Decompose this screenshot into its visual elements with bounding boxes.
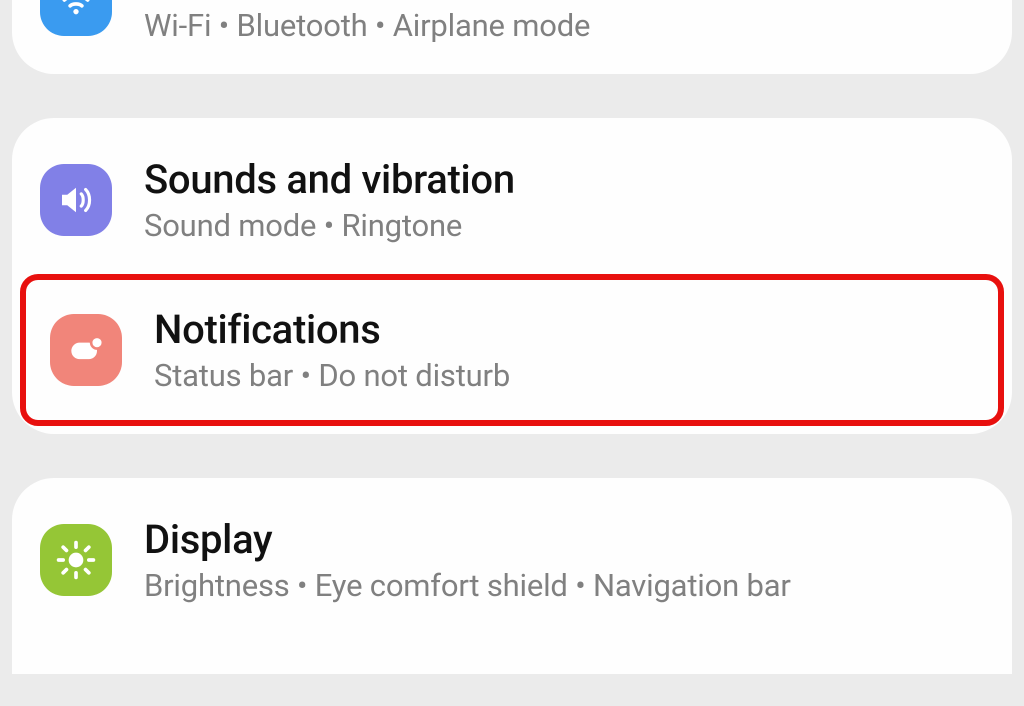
highlight-annotation: Notifications Status bar • Do not distur… <box>20 274 1004 426</box>
display-icon <box>40 524 112 596</box>
sounds-title: Sounds and vibration <box>144 156 984 203</box>
settings-row-sounds[interactable]: Sounds and vibration Sound mode • Ringto… <box>12 126 1012 274</box>
settings-group-display: Display Brightness • Eye comfort shield … <box>12 478 1012 674</box>
settings-row-display[interactable]: Display Brightness • Eye comfort shield … <box>12 486 1012 634</box>
notifications-icon <box>50 314 122 386</box>
notifications-title: Notifications <box>154 306 974 353</box>
settings-group-connections: Connections Wi-Fi • Bluetooth • Airplane… <box>12 0 1012 74</box>
display-title: Display <box>144 516 984 563</box>
settings-row-connections[interactable]: Connections Wi-Fi • Bluetooth • Airplane… <box>12 0 1012 74</box>
settings-group-sound-notif: Sounds and vibration Sound mode • Ringto… <box>12 118 1012 434</box>
sounds-subtitle: Sound mode • Ringtone <box>144 207 984 244</box>
notifications-subtitle: Status bar • Do not disturb <box>154 357 974 394</box>
display-subtitle: Brightness • Eye comfort shield • Naviga… <box>144 567 984 604</box>
sound-icon <box>40 164 112 236</box>
connections-title: Connections <box>144 0 984 3</box>
connections-icon <box>40 0 112 36</box>
connections-subtitle: Wi-Fi • Bluetooth • Airplane mode <box>144 7 984 44</box>
settings-row-notifications[interactable]: Notifications Status bar • Do not distur… <box>28 282 996 418</box>
